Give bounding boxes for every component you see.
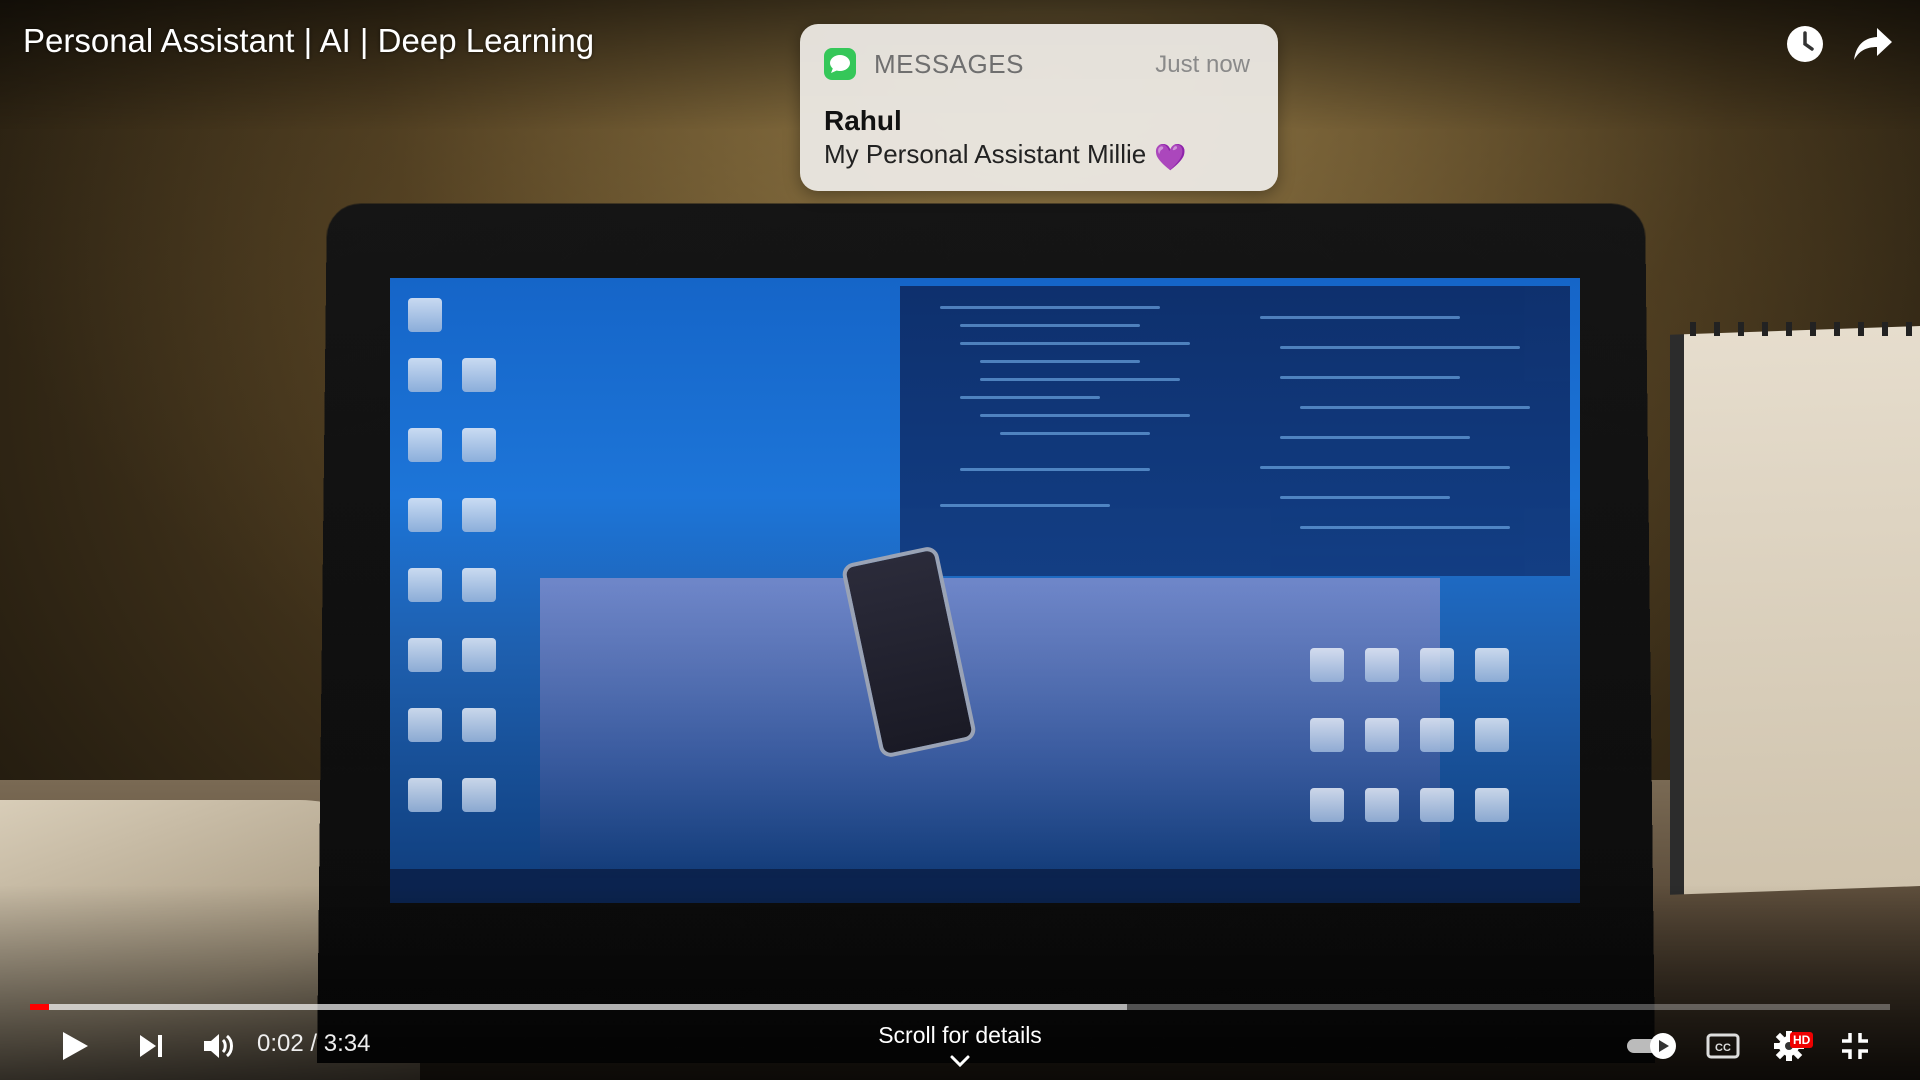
notification-body: My Personal Assistant Millie 💜 xyxy=(824,139,1187,173)
progress-played xyxy=(30,1004,49,1010)
progress-buffered xyxy=(30,1004,1128,1010)
messages-app-icon xyxy=(824,48,856,80)
chevron-down-icon[interactable] xyxy=(948,1052,972,1070)
clock-icon[interactable] xyxy=(1783,22,1827,66)
next-icon xyxy=(140,1035,162,1057)
svg-text:CC: CC xyxy=(1715,1042,1731,1054)
volume-icon xyxy=(204,1034,233,1058)
notification-sender: Rahul xyxy=(824,105,902,136)
exit-fullscreen-icon xyxy=(1842,1033,1868,1059)
purple-heart-icon: 💜 xyxy=(1154,142,1187,172)
autoplay-toggle-icon xyxy=(1627,1033,1676,1059)
autoplay-toggle[interactable] xyxy=(1624,1022,1682,1070)
mute-button[interactable] xyxy=(196,1022,242,1070)
video-title[interactable]: Personal Assistant | AI | Deep Learning xyxy=(23,22,594,60)
time-display: 0:02 / 3:34 xyxy=(257,1030,371,1057)
captions-button[interactable]: CC xyxy=(1700,1022,1746,1070)
hd-badge: HD xyxy=(1790,1032,1814,1048)
scroll-for-details[interactable]: Scroll for details xyxy=(860,1022,1060,1049)
play-button[interactable] xyxy=(52,1022,98,1070)
share-arrow-icon[interactable] xyxy=(1851,22,1895,66)
message-notification[interactable]: MESSAGES Just now Rahul My Personal Assi… xyxy=(800,24,1278,191)
progress-bar[interactable] xyxy=(30,1004,1890,1010)
exit-fullscreen-button[interactable] xyxy=(1832,1022,1878,1070)
captions-icon: CC xyxy=(1706,1033,1740,1059)
notification-app-name: MESSAGES xyxy=(874,49,1024,79)
notification-time: Just now xyxy=(1155,51,1250,78)
play-icon xyxy=(63,1032,88,1060)
next-button[interactable] xyxy=(128,1022,174,1070)
notification-body-text: My Personal Assistant Millie xyxy=(824,139,1147,169)
video-player[interactable]: Personal Assistant | AI | Deep Learning … xyxy=(0,0,1920,1080)
